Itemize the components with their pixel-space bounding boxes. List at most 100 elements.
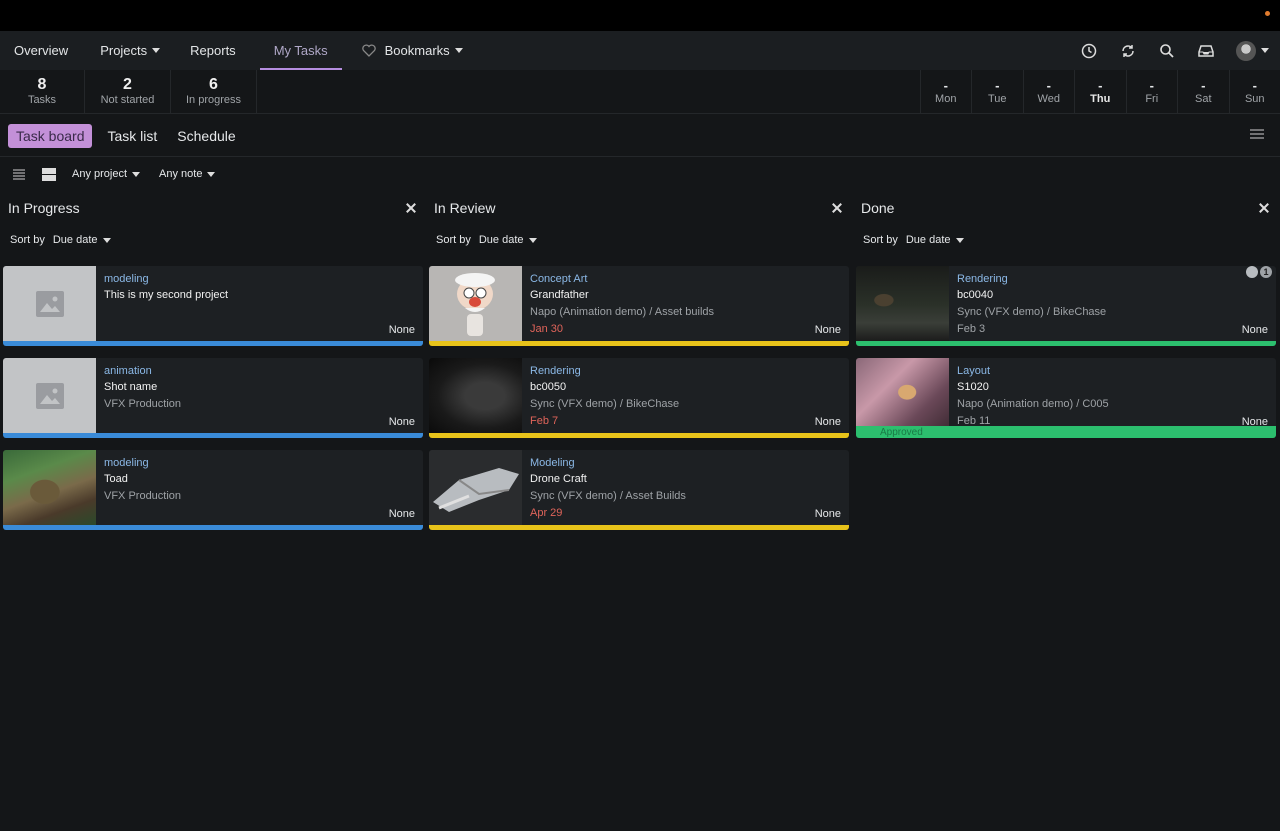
task-project[interactable]: Sync (VFX demo) / Asset Builds xyxy=(530,488,841,505)
nav-overview[interactable]: Overview xyxy=(0,31,82,70)
clock-icon[interactable] xyxy=(1069,31,1108,70)
stat-tasks-count: 8 xyxy=(37,76,47,93)
close-icon[interactable] xyxy=(829,200,845,216)
note-filter[interactable]: Any note xyxy=(159,168,216,180)
task-project[interactable]: Sync (VFX demo) / BikeChase xyxy=(530,396,841,413)
sort-dropdown[interactable]: Due date xyxy=(479,234,537,246)
notification-badge[interactable]: 1 xyxy=(1260,266,1272,278)
filter-bar: Any project Any note xyxy=(0,157,1280,191)
task-status[interactable]: None xyxy=(815,508,841,520)
nav-bookmarks[interactable]: Bookmarks xyxy=(348,31,477,70)
task-card[interactable]: Layout S1020 Napo (Animation demo) / C005 F… xyxy=(856,358,1276,438)
main-nav: Overview Projects Reports My Tasks Bookm… xyxy=(0,31,1280,70)
sync-icon[interactable] xyxy=(1108,31,1147,70)
day-tue[interactable]: - Tue xyxy=(971,70,1023,114)
task-name[interactable]: Toad xyxy=(104,471,415,488)
task-status[interactable]: None xyxy=(389,508,415,520)
task-project[interactable]: Sync (VFX demo) / BikeChase xyxy=(957,304,1268,321)
day-value: - xyxy=(1201,77,1206,93)
task-card[interactable]: modeling Toad VFX Production None xyxy=(3,450,423,530)
day-fri[interactable]: - Fri xyxy=(1125,70,1178,114)
task-card[interactable]: Rendering bc0050 Sync (VFX demo) / BikeCha… xyxy=(429,358,849,438)
day-thu[interactable]: - Thu xyxy=(1074,70,1126,114)
task-type[interactable]: modeling xyxy=(104,456,415,471)
day-value: - xyxy=(995,77,1000,93)
task-status[interactable]: None xyxy=(815,416,841,428)
image-placeholder-icon xyxy=(3,266,96,342)
stat-not-started[interactable]: 2 Not started xyxy=(85,70,171,113)
sort-label: Sort by xyxy=(436,234,471,246)
card-view-icon[interactable] xyxy=(42,167,56,181)
day-mon[interactable]: - Mon xyxy=(919,70,972,114)
task-card[interactable]: Rendering bc0040 Sync (VFX demo) / BikeCha… xyxy=(856,266,1276,346)
sort-dropdown[interactable]: Due date xyxy=(53,234,111,246)
task-project[interactable]: Napo (Animation demo) / C005 xyxy=(957,396,1268,413)
day-sun[interactable]: - Sun xyxy=(1228,70,1280,114)
task-name[interactable]: bc0040 xyxy=(957,287,1268,304)
chevron-down-icon xyxy=(454,48,463,53)
column-in-progress: In Progress Sort by Due date modeling This… xyxy=(3,191,423,542)
menu-icon[interactable] xyxy=(1250,128,1264,140)
project-filter[interactable]: Any project xyxy=(72,168,141,180)
s1020-thumbnail xyxy=(856,358,949,434)
task-project[interactable]: Napo (Animation demo) / Asset builds xyxy=(530,304,841,321)
sort-value: Due date xyxy=(478,234,524,246)
task-project[interactable]: VFX Production xyxy=(104,488,415,505)
nav-reports[interactable]: Reports xyxy=(176,31,250,70)
window-top-bar xyxy=(0,0,1280,31)
stat-tasks[interactable]: 8 Tasks xyxy=(0,70,85,113)
tab-schedule[interactable]: Schedule xyxy=(169,124,243,148)
task-card[interactable]: modeling This is my second project None xyxy=(3,266,423,346)
close-icon[interactable] xyxy=(403,200,419,216)
heart-icon xyxy=(361,44,376,57)
task-name[interactable]: bc0050 xyxy=(530,379,841,396)
inbox-icon[interactable] xyxy=(1186,31,1225,70)
tab-task-list[interactable]: Task list xyxy=(99,124,165,148)
task-card[interactable]: animation Shot name VFX Production None xyxy=(3,358,423,438)
task-name[interactable]: Drone Craft xyxy=(530,471,841,488)
task-due-date: Jan 30 xyxy=(530,323,564,335)
day-value: - xyxy=(1252,77,1257,93)
status-bar xyxy=(429,525,849,530)
task-status[interactable]: None xyxy=(815,324,841,336)
sort-control: Sort by Due date xyxy=(429,225,849,255)
task-name[interactable]: Grandfather xyxy=(530,287,841,304)
stat-in-progress-count: 6 xyxy=(209,76,218,93)
column-title: Done xyxy=(861,200,895,216)
task-status[interactable]: None xyxy=(389,324,415,336)
task-type[interactable]: Rendering xyxy=(530,364,841,379)
task-name[interactable]: This is my second project xyxy=(104,287,415,304)
task-type[interactable]: Layout xyxy=(957,364,1268,379)
task-type[interactable]: Concept Art xyxy=(530,272,841,287)
task-name[interactable]: Shot name xyxy=(104,379,415,396)
view-tabs: Task board Task list Schedule xyxy=(0,115,1280,157)
nav-my-tasks[interactable]: My Tasks xyxy=(259,31,342,70)
sort-control: Sort by Due date xyxy=(3,225,423,255)
close-icon[interactable] xyxy=(1256,200,1272,216)
task-status[interactable]: None xyxy=(389,416,415,428)
task-name[interactable]: S1020 xyxy=(957,379,1268,396)
task-card[interactable]: Modeling Drone Craft Sync (VFX demo) / Ass… xyxy=(429,450,849,530)
sort-dropdown[interactable]: Due date xyxy=(906,234,964,246)
task-type[interactable]: animation xyxy=(104,364,415,379)
status-bar[interactable]: Approved xyxy=(856,426,1276,438)
list-view-icon[interactable] xyxy=(12,168,26,180)
task-due-date: Feb 3 xyxy=(957,323,986,335)
status-bar xyxy=(429,433,849,438)
task-type[interactable]: Rendering xyxy=(957,272,1268,287)
task-status[interactable]: None xyxy=(1242,324,1268,336)
day-sat[interactable]: - Sat xyxy=(1177,70,1229,114)
user-menu[interactable] xyxy=(1225,31,1280,70)
nav-projects[interactable]: Projects xyxy=(86,31,174,70)
day-label: Sat xyxy=(1194,92,1212,105)
column-done: Done Sort by Due date Rendering bc0040 Sync… xyxy=(856,191,1276,450)
search-icon[interactable] xyxy=(1147,31,1186,70)
day-wed[interactable]: - Wed xyxy=(1022,70,1075,114)
tab-task-board[interactable]: Task board xyxy=(8,123,93,148)
task-type[interactable]: Modeling xyxy=(530,456,841,471)
task-project[interactable]: VFX Production xyxy=(104,396,415,413)
task-card[interactable]: Concept Art Grandfather Napo (Animation de… xyxy=(429,266,849,346)
task-type[interactable]: modeling xyxy=(104,272,415,287)
stat-in-progress[interactable]: 6 In progress xyxy=(171,70,257,113)
note-filter-label: Any note xyxy=(159,168,203,180)
